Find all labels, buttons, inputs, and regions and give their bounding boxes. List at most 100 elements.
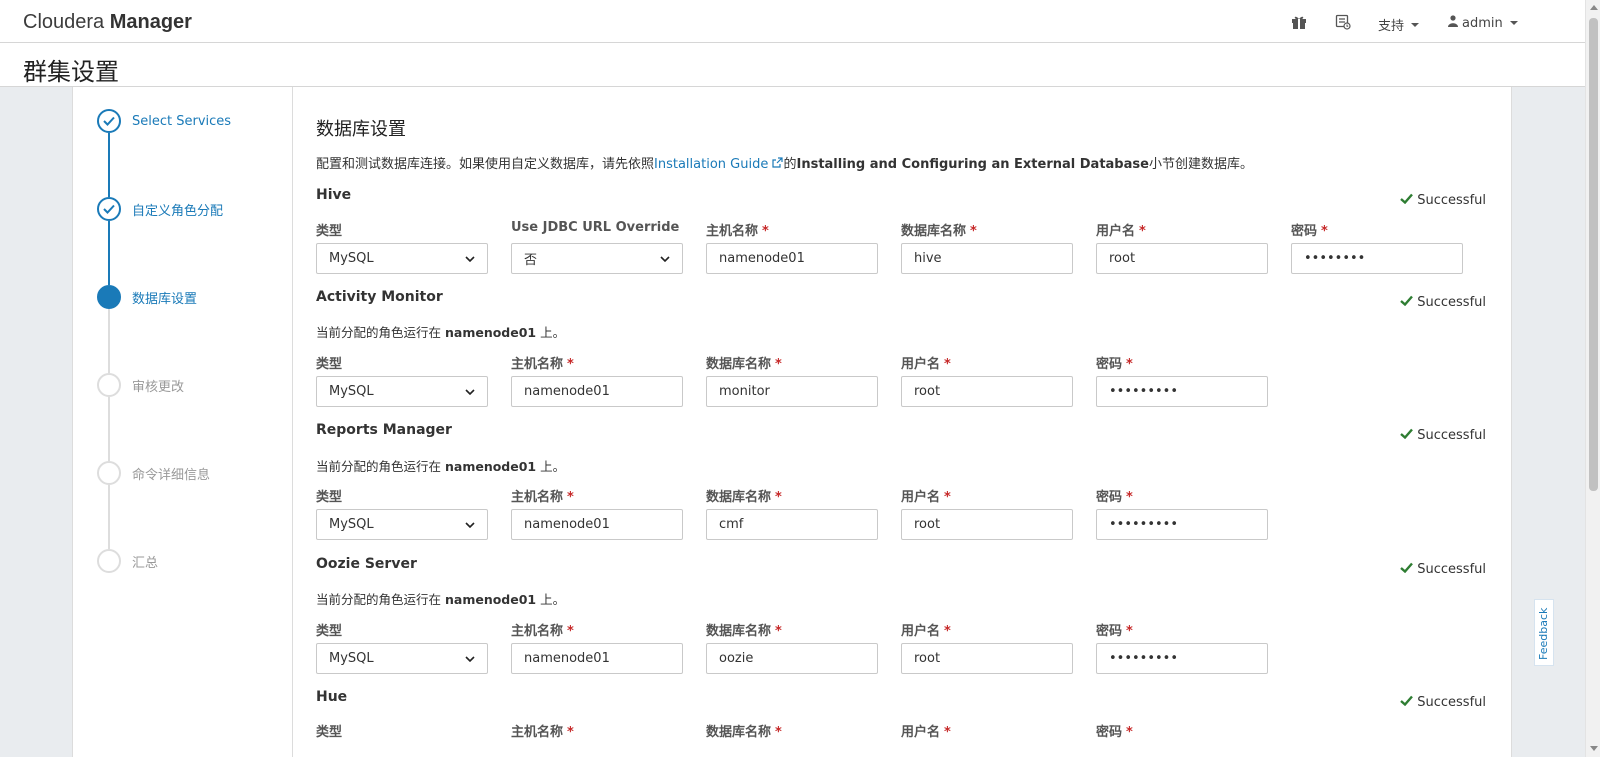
oozie-host-input[interactable] <box>524 651 670 666</box>
main-panel: Select Services 自定义角色分配 数据库设置 审核更改 命令详细信… <box>72 87 1512 757</box>
reports-manager-assigned-note: 当前分配的角色运行在 namenode01 上。 <box>316 459 566 474</box>
hive-password-input[interactable] <box>1304 251 1450 266</box>
tasks-icon[interactable] <box>1335 14 1351 30</box>
oozie-password-input[interactable] <box>1109 651 1255 666</box>
check-circle-icon <box>97 197 121 221</box>
user-menu[interactable]: admin <box>1448 15 1518 31</box>
wizard-step-command-details: 命令详细信息 <box>97 460 210 486</box>
scrollbar-thumb[interactable] <box>1589 18 1598 491</box>
hue-section-title: Hue <box>316 689 348 705</box>
wizard-step-review-changes: 审核更改 <box>97 372 184 398</box>
hive-user-field: 用户名 * <box>1096 220 1268 274</box>
wizard-step-summary: 汇总 <box>97 548 158 574</box>
reports-manager-status: Successful <box>1400 428 1486 443</box>
check-icon <box>1400 562 1414 577</box>
reports-manager-password-input[interactable] <box>1109 517 1255 532</box>
hive-section-title: Hive <box>316 187 352 203</box>
oozie-section-title: Oozie Server <box>316 556 417 572</box>
hue-host-field: 主机名称 * <box>511 725 574 740</box>
page-title: 群集设置 <box>23 58 119 86</box>
wizard-step-database-setup[interactable]: 数据库设置 <box>97 284 197 310</box>
chevron-down-icon <box>465 384 475 399</box>
oozie-dbname-input[interactable] <box>719 651 865 666</box>
check-icon <box>1400 695 1414 710</box>
installation-guide-link[interactable]: Installation Guide <box>654 157 784 172</box>
oozie-user-input[interactable] <box>914 651 1060 666</box>
check-icon <box>1400 428 1414 443</box>
hive-host-field: 主机名称 * <box>706 220 878 274</box>
activity-monitor-section-title: Activity Monitor <box>316 289 443 305</box>
oozie-type-field: 类型 MySQL <box>316 620 488 674</box>
reports-manager-password-field: 密码 * <box>1096 486 1268 540</box>
hive-host-input[interactable] <box>719 251 865 266</box>
reports-manager-host-field: 主机名称 * <box>511 486 683 540</box>
chevron-down-icon <box>1411 22 1420 27</box>
hive-type-field: 类型 MySQL <box>316 220 488 274</box>
activity-monitor-password-field: 密码 * <box>1096 353 1268 407</box>
step-connector <box>108 309 110 373</box>
reports-manager-user-field: 用户名 * <box>901 486 1073 540</box>
section-title: 数据库设置 <box>316 119 406 140</box>
reports-manager-section-title: Reports Manager <box>316 422 452 438</box>
pending-step-icon <box>97 373 121 397</box>
hue-user-field: 用户名 * <box>901 725 951 740</box>
top-navbar: Cloudera Manager 支持 admin <box>0 0 1585 43</box>
reports-manager-dbname-input[interactable] <box>719 517 865 532</box>
chevron-down-icon <box>465 517 475 532</box>
page-scrollbar[interactable] <box>1585 0 1600 757</box>
step-connector <box>108 221 110 285</box>
oozie-password-field: 密码 * <box>1096 620 1268 674</box>
scroll-down-icon[interactable] <box>1590 746 1598 751</box>
step-connector <box>108 485 110 549</box>
hue-type-field: 类型 <box>316 725 343 740</box>
reports-manager-type-select[interactable]: MySQL <box>316 509 488 540</box>
hive-user-input[interactable] <box>1109 251 1255 266</box>
hive-type-select[interactable]: MySQL <box>316 243 488 274</box>
reports-manager-type-field: 类型 MySQL <box>316 486 488 540</box>
chevron-down-icon <box>660 251 670 266</box>
activity-monitor-user-field: 用户名 * <box>901 353 1073 407</box>
activity-monitor-password-input[interactable] <box>1109 384 1255 399</box>
oozie-assigned-note: 当前分配的角色运行在 namenode01 上。 <box>316 592 566 607</box>
reports-manager-user-input[interactable] <box>914 517 1060 532</box>
oozie-user-field: 用户名 * <box>901 620 1073 674</box>
activity-monitor-type-select[interactable]: MySQL <box>316 376 488 407</box>
wizard-step-select-services[interactable]: Select Services <box>97 108 231 134</box>
hive-jdbc-override-select[interactable]: 否 <box>511 243 683 274</box>
reports-manager-host-input[interactable] <box>524 517 670 532</box>
app-logo[interactable]: Cloudera Manager <box>23 11 192 34</box>
current-step-icon <box>97 285 121 309</box>
pending-step-icon <box>97 461 121 485</box>
check-circle-icon <box>97 109 121 133</box>
step-connector <box>108 397 110 461</box>
chevron-down-icon <box>465 651 475 666</box>
gift-icon[interactable] <box>1291 14 1307 30</box>
activity-monitor-dbname-input[interactable] <box>719 384 865 399</box>
wizard-steps: Select Services 自定义角色分配 数据库设置 审核更改 命令详细信… <box>73 87 293 757</box>
section-description: 配置和测试数据库连接。如果使用自定义数据库，请先依照Installation G… <box>316 157 1253 172</box>
chevron-down-icon <box>1509 21 1518 25</box>
pending-step-icon <box>97 549 121 573</box>
hive-password-field: 密码 * <box>1291 220 1463 274</box>
activity-monitor-dbname-field: 数据库名称 * <box>706 353 878 407</box>
oozie-type-select[interactable]: MySQL <box>316 643 488 674</box>
user-icon <box>1448 15 1458 31</box>
activity-monitor-type-field: 类型 MySQL <box>316 353 488 407</box>
hive-dbname-input[interactable] <box>914 251 1060 266</box>
activity-monitor-host-input[interactable] <box>524 384 670 399</box>
hive-status: Successful <box>1400 193 1486 208</box>
check-icon <box>1400 193 1414 208</box>
check-icon <box>1400 295 1414 310</box>
scroll-up-icon[interactable] <box>1590 5 1598 10</box>
step-connector <box>108 133 110 197</box>
feedback-tab[interactable]: Feedback <box>1534 599 1554 666</box>
oozie-dbname-field: 数据库名称 * <box>706 620 878 674</box>
support-menu[interactable]: 支持 <box>1378 15 1420 34</box>
hue-status: Successful <box>1400 695 1486 710</box>
wizard-step-role-assignment[interactable]: 自定义角色分配 <box>97 196 223 222</box>
activity-monitor-user-input[interactable] <box>914 384 1060 399</box>
hue-password-field: 密码 * <box>1096 725 1133 740</box>
oozie-status: Successful <box>1400 562 1486 577</box>
activity-monitor-status: Successful <box>1400 295 1486 310</box>
external-link-icon <box>768 157 784 172</box>
